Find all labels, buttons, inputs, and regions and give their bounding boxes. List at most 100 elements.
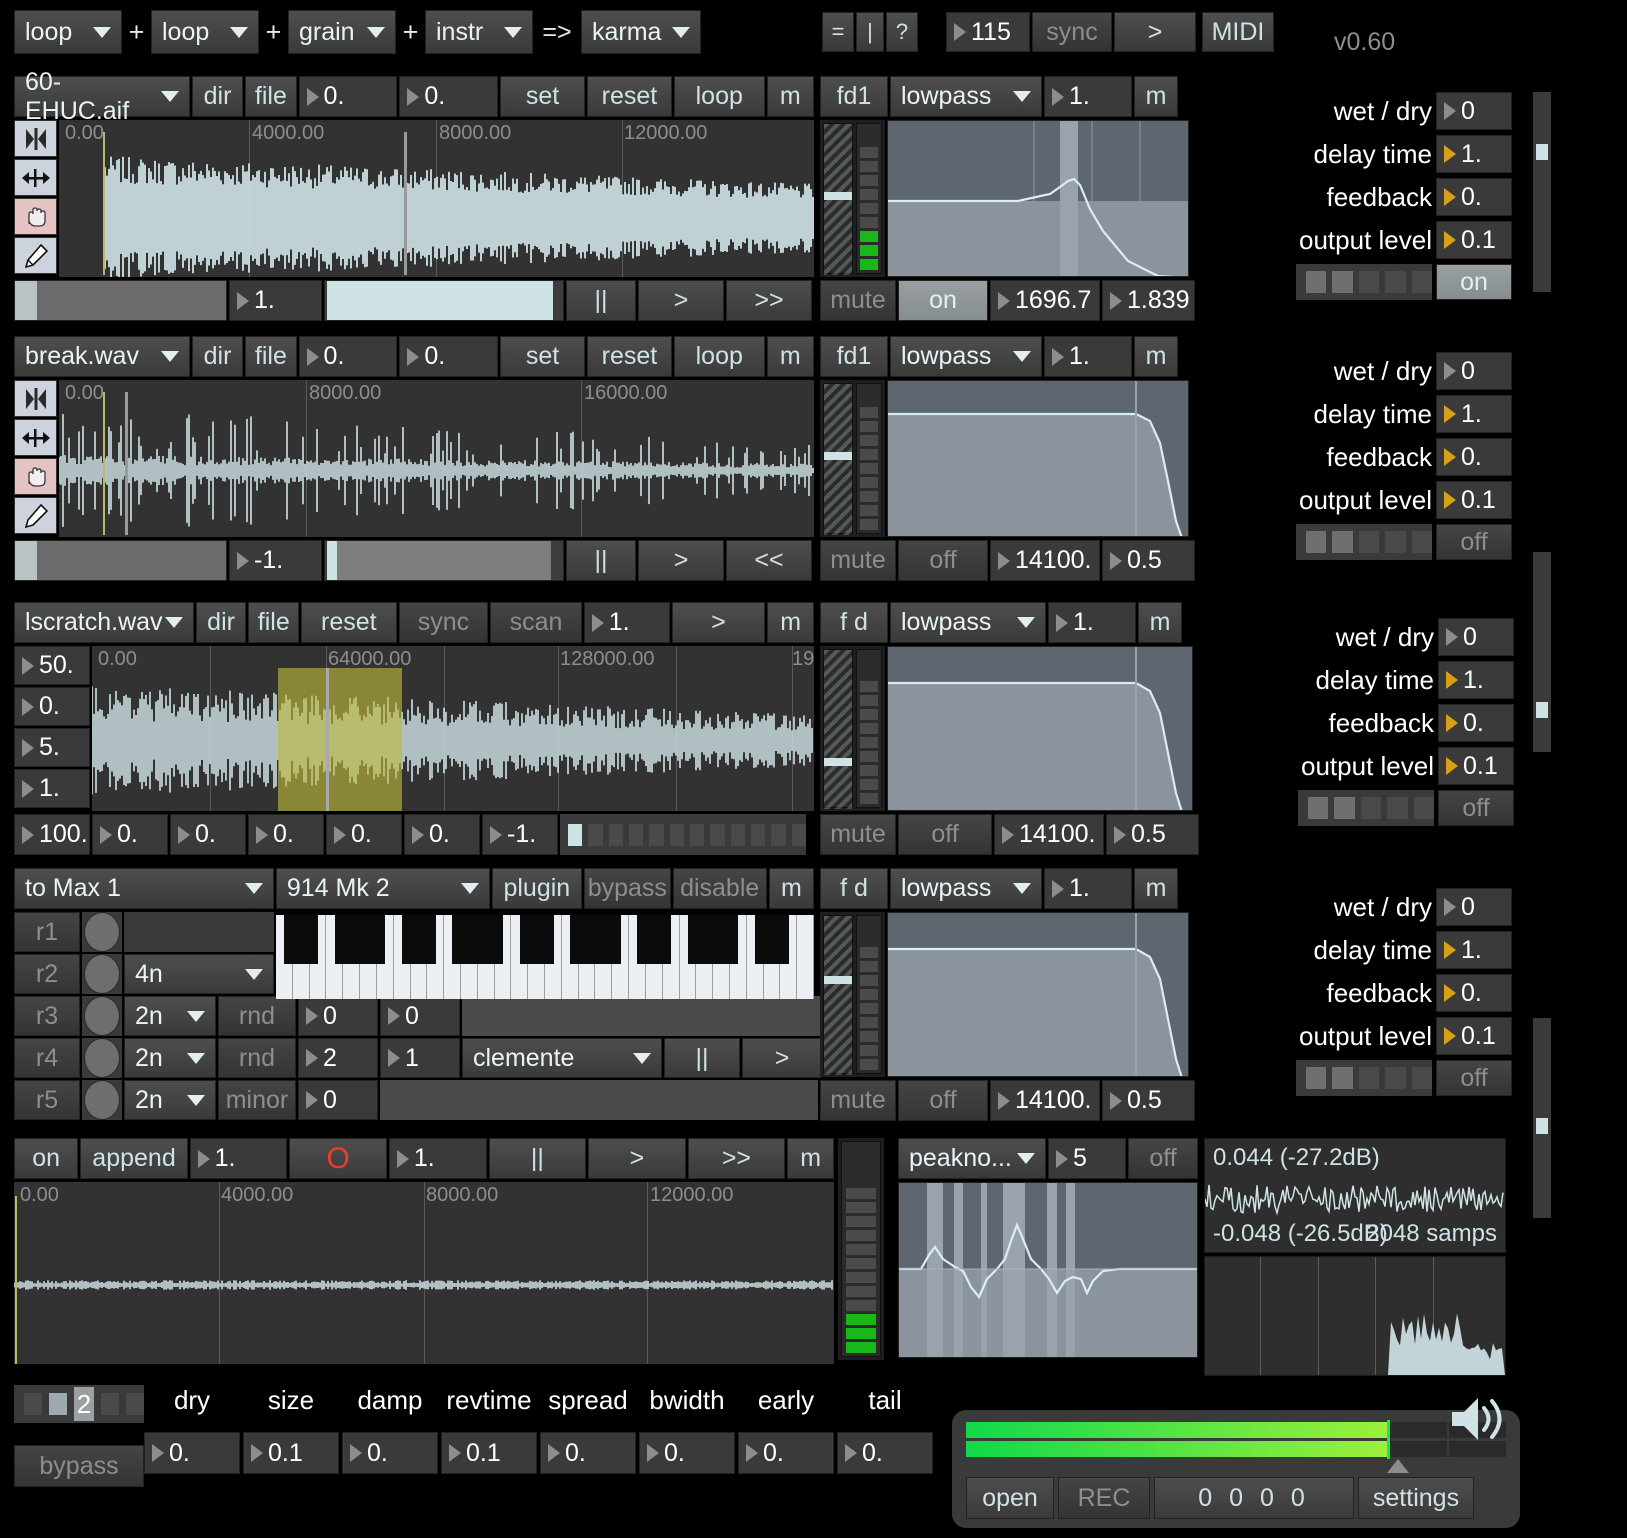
instr-filter-type[interactable]: lowpass xyxy=(890,868,1042,909)
piano-black-key[interactable] xyxy=(586,915,604,964)
sync-button[interactable]: sync xyxy=(1032,12,1112,52)
rec-button[interactable]: REC xyxy=(1058,1477,1150,1519)
instr-row-2-knob-wrap[interactable] xyxy=(82,954,122,994)
grain-fader[interactable] xyxy=(823,649,853,809)
grain-step-cell[interactable] xyxy=(669,823,684,846)
instr-play-button[interactable]: > xyxy=(742,1038,822,1078)
instr-row-4-v1[interactable]: 2 xyxy=(298,1038,378,1078)
instr-filter-amount[interactable]: 1. xyxy=(1044,868,1132,909)
track-1-filter-toggle[interactable]: on xyxy=(898,280,988,321)
track-2-filter-q[interactable]: 0.5 xyxy=(1102,540,1195,581)
instr-fader[interactable] xyxy=(823,915,853,1075)
reverb-value-bwidth[interactable]: 0. xyxy=(639,1432,735,1474)
open-button[interactable]: open xyxy=(966,1477,1054,1519)
reverb-value-size[interactable]: 0.1 xyxy=(243,1432,339,1474)
grain-step-cell[interactable] xyxy=(689,823,705,846)
fx-2-delay-field[interactable]: 1. xyxy=(1436,395,1512,433)
piano-black-key[interactable] xyxy=(603,915,621,964)
grain-step-cell[interactable] xyxy=(649,823,664,846)
instr-row-5-mode[interactable]: minor xyxy=(218,1080,296,1120)
fx-3-wetdry-field[interactable]: 0 xyxy=(1438,618,1514,656)
track-1-filter-type[interactable]: lowpass xyxy=(890,76,1042,117)
flip-icon[interactable] xyxy=(14,120,57,157)
piano-black-key[interactable] xyxy=(486,915,504,964)
hand-icon[interactable] xyxy=(14,458,57,495)
grain-bparam-3[interactable]: 0. xyxy=(170,814,246,855)
instr-plugin-select[interactable]: 914 Mk 2 xyxy=(275,868,490,909)
scope-display[interactable]: 0.044 (-27.2dB) -0.048 (-26.5dB) 2048 sa… xyxy=(1204,1138,1506,1253)
karma-record-button[interactable]: O xyxy=(289,1138,387,1179)
grain-mute-button[interactable]: mute xyxy=(820,814,896,855)
reverb-value-dry[interactable]: 0. xyxy=(144,1432,240,1474)
fx-1-preset-row[interactable] xyxy=(1296,264,1433,300)
grain-sync-button[interactable]: sync xyxy=(398,602,489,643)
fx-4-delay-field[interactable]: 1. xyxy=(1436,931,1512,969)
grain-step-cell[interactable] xyxy=(791,823,806,846)
track-2-set-button[interactable]: set xyxy=(500,336,585,377)
reverb-value-damp[interactable]: 0. xyxy=(342,1432,438,1474)
grain-step-cell[interactable] xyxy=(568,823,583,846)
instr-row-3-knob-wrap[interactable] xyxy=(82,996,122,1036)
grain-selection[interactable] xyxy=(278,668,402,811)
instr-row-1-knob-wrap[interactable] xyxy=(82,912,122,952)
track-1-play-button[interactable]: > xyxy=(638,280,724,321)
track-2-filter-type[interactable]: lowpass xyxy=(890,336,1042,377)
grain-filter-q[interactable]: 0.5 xyxy=(1106,814,1199,855)
instr-filter-toggle[interactable]: off xyxy=(898,1080,988,1121)
grain-step-cell[interactable] xyxy=(588,823,603,846)
track-2-pause-button[interactable]: || xyxy=(566,540,636,581)
track-2-dir-button[interactable]: dir xyxy=(191,336,244,377)
grain-file-select[interactable]: lscratch.wav xyxy=(14,602,194,643)
fx-4-wetdry-field[interactable]: 0 xyxy=(1436,888,1512,926)
instr-filter-mute[interactable]: m xyxy=(1134,868,1178,909)
piano-black-key[interactable] xyxy=(334,915,352,964)
track-2-end-field[interactable]: 0. xyxy=(399,336,499,377)
piano-white-key[interactable] xyxy=(797,915,814,999)
piano-black-key[interactable] xyxy=(654,915,672,964)
instr-mute-button[interactable]: mute xyxy=(820,1080,896,1121)
instr-row-5-bar[interactable] xyxy=(380,1080,818,1120)
karma-play-button[interactable]: > xyxy=(588,1138,686,1179)
track-2-start-field[interactable]: 0. xyxy=(298,336,398,377)
instr-row-5-v1[interactable]: 0 xyxy=(298,1080,378,1120)
track-2-mute-button[interactable]: mute xyxy=(820,540,896,581)
track-2-mute-toggle[interactable]: m xyxy=(766,336,815,377)
analyzer-count-field[interactable]: 5 xyxy=(1048,1138,1126,1179)
instr-row-3-division[interactable]: 2n xyxy=(124,996,216,1036)
track-1-dir-button[interactable]: dir xyxy=(191,76,244,117)
track-1-reset-button[interactable]: reset xyxy=(586,76,672,117)
chain-slot-1[interactable]: loop xyxy=(14,10,122,54)
grain-dir-button[interactable]: dir xyxy=(195,602,247,643)
track-1-filter-amount[interactable]: 1. xyxy=(1044,76,1132,117)
piano-black-key[interactable] xyxy=(301,915,319,964)
fx-3-feedback-field[interactable]: 0. xyxy=(1438,704,1514,742)
tempo-field[interactable]: 115 xyxy=(946,12,1030,52)
instr-fd-button[interactable]: f d xyxy=(820,868,888,909)
instr-row-3-bar[interactable] xyxy=(462,996,822,1036)
fx-3-output-field[interactable]: 0.1 xyxy=(1438,747,1514,785)
track-2-filter-amount[interactable]: 1. xyxy=(1044,336,1132,377)
grain-bparam-5[interactable]: 0. xyxy=(326,814,402,855)
fx-2-wetdry-field[interactable]: 0 xyxy=(1436,352,1512,390)
piano-black-key[interactable] xyxy=(368,915,386,964)
instr-filter-freq[interactable]: 14100. xyxy=(990,1080,1100,1121)
piano-black-key[interactable] xyxy=(536,915,554,964)
piano-black-key[interactable] xyxy=(771,915,789,964)
track-1-rate-field[interactable]: 1. xyxy=(229,280,322,321)
fx-4-toggle[interactable]: off xyxy=(1436,1060,1512,1096)
karma-append-button[interactable]: append xyxy=(80,1138,188,1179)
time-counter[interactable]: 0 0 0 0 xyxy=(1154,1477,1354,1519)
grain-param-3[interactable]: 5. xyxy=(14,728,90,767)
speaker-icon[interactable] xyxy=(1446,1388,1508,1450)
fx-3-delay-field[interactable]: 1. xyxy=(1438,661,1514,699)
track-1-filter-q[interactable]: 1.839 xyxy=(1102,280,1195,321)
grain-bparam-4[interactable]: 0. xyxy=(248,814,324,855)
track-1-mute-toggle[interactable]: m xyxy=(766,76,815,117)
karma-n2-field[interactable]: 1. xyxy=(388,1138,487,1179)
track-1-range-slider[interactable] xyxy=(324,280,564,321)
settings-button[interactable]: settings xyxy=(1358,1477,1474,1519)
fx-1-scrollbar[interactable] xyxy=(1533,92,1551,292)
track-2-filter-mute[interactable]: m xyxy=(1134,336,1178,377)
grain-fd-button[interactable]: f d xyxy=(820,602,888,643)
grain-bparam-1[interactable]: 100. xyxy=(14,814,90,855)
